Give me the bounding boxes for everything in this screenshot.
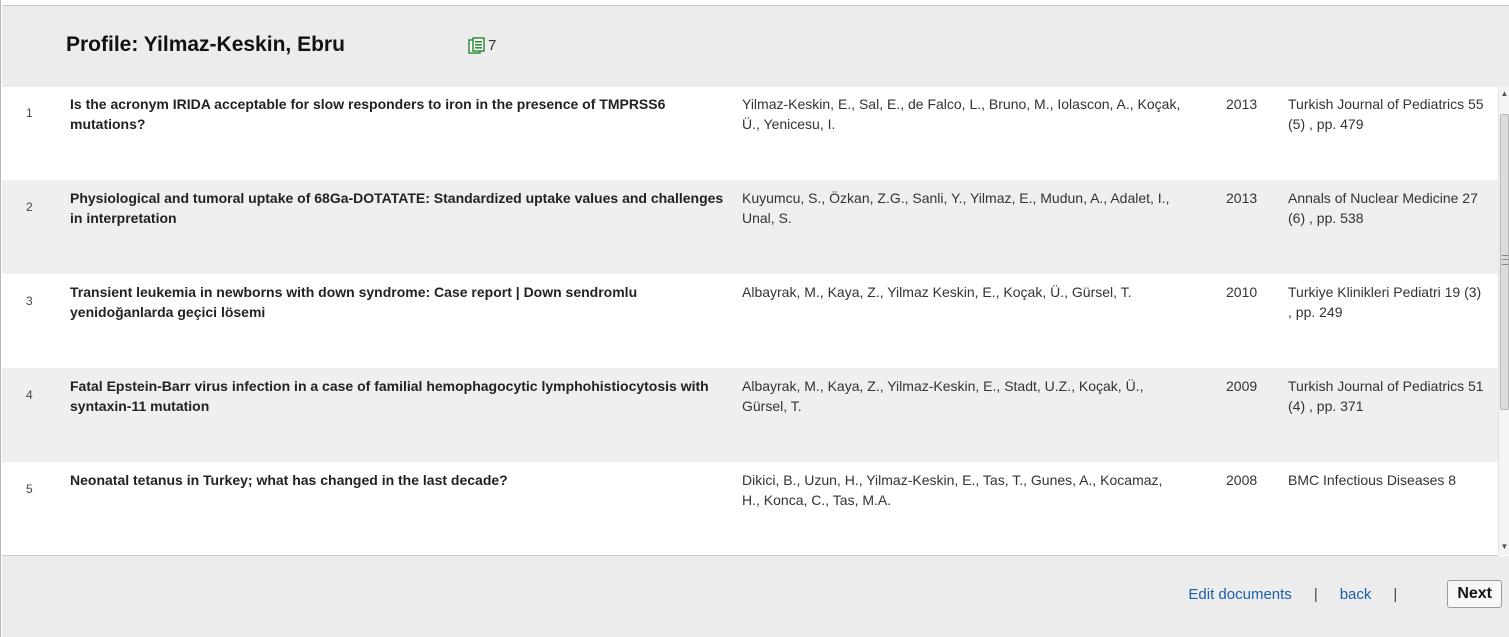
document-title-link[interactable]: Fatal Epstein-Barr virus infection in a …: [70, 376, 730, 416]
back-link[interactable]: back: [1340, 586, 1372, 603]
document-title-link[interactable]: Physiological and tumoral uptake of 68Ga…: [70, 188, 730, 228]
document-source: BMC Infectious Diseases 8: [1288, 472, 1457, 488]
document-year: 2009: [1226, 378, 1258, 394]
documents-icon: [468, 37, 485, 54]
document-source: Annals of Nuclear Medicine 27 (6) , pp. …: [1288, 190, 1478, 226]
scroll-down-arrow-icon[interactable]: ▼: [1499, 541, 1509, 553]
document-authors: Albayrak, M., Kaya, Z., Yilmaz Keskin, E…: [742, 284, 1132, 300]
profile-header: Profile: Yilmaz-Keskin, Ebru 7: [2, 5, 1509, 87]
row-index: 2: [26, 200, 33, 214]
document-authors: Dikici, B., Uzun, H., Yilmaz-Keskin, E.,…: [742, 472, 1163, 508]
table-row: 5 Neonatal tetanus in Turkey; what has c…: [2, 462, 1498, 555]
separator: |: [1393, 585, 1398, 603]
vertical-scrollbar[interactable]: ▲ ▼: [1498, 86, 1509, 555]
next-button[interactable]: Next: [1447, 580, 1502, 608]
scroll-up-arrow-icon[interactable]: ▲: [1499, 88, 1509, 100]
footer-actions: Edit documents | back | Next: [1188, 580, 1502, 608]
document-title-link[interactable]: Transient leukemia in newborns with down…: [70, 282, 730, 322]
table-row: 1 Is the acronym IRIDA acceptable for sl…: [2, 86, 1498, 180]
document-year: 2008: [1226, 472, 1258, 488]
edit-documents-link[interactable]: Edit documents: [1188, 586, 1291, 603]
grip-icon: [1502, 255, 1508, 265]
document-count-value: 7: [488, 37, 497, 54]
row-index: 3: [26, 294, 33, 308]
document-count[interactable]: 7: [468, 37, 496, 54]
table-row: 2 Physiological and tumoral uptake of 68…: [2, 180, 1498, 274]
document-authors: Albayrak, M., Kaya, Z., Yilmaz-Keskin, E…: [742, 378, 1144, 414]
profile-panel: Profile: Yilmaz-Keskin, Ebru 7 1 Is the …: [0, 0, 1509, 637]
scrollbar-thumb[interactable]: [1500, 114, 1509, 410]
document-year: 2013: [1226, 190, 1258, 206]
document-title-link[interactable]: Is the acronym IRIDA acceptable for slow…: [70, 94, 730, 134]
table-row: 4 Fatal Epstein-Barr virus infection in …: [2, 368, 1498, 462]
document-year: 2010: [1226, 284, 1258, 300]
profile-footer: Edit documents | back | Next: [2, 556, 1509, 637]
row-index: 1: [26, 106, 33, 120]
document-authors: Yilmaz-Keskin, E., Sal, E., de Falco, L.…: [742, 96, 1181, 132]
table-row: 3 Transient leukemia in newborns with do…: [2, 274, 1498, 368]
document-source: Turkish Journal of Pediatrics 51 (4) , p…: [1288, 378, 1484, 414]
document-year: 2013: [1226, 96, 1258, 112]
page-title: Profile: Yilmaz-Keskin, Ebru: [66, 33, 345, 56]
document-title-link[interactable]: Neonatal tetanus in Turkey; what has cha…: [70, 470, 730, 490]
document-source: Turkish Journal of Pediatrics 55 (5) , p…: [1288, 96, 1484, 132]
document-list: 1 Is the acronym IRIDA acceptable for sl…: [2, 86, 1498, 556]
row-index: 4: [26, 388, 33, 402]
document-authors: Kuyumcu, S., Özkan, Z.G., Sanli, Y., Yil…: [742, 190, 1170, 226]
row-index: 5: [26, 482, 33, 496]
document-source: Turkiye Klinikleri Pediatri 19 (3) , pp.…: [1288, 284, 1482, 320]
separator: |: [1313, 585, 1318, 603]
